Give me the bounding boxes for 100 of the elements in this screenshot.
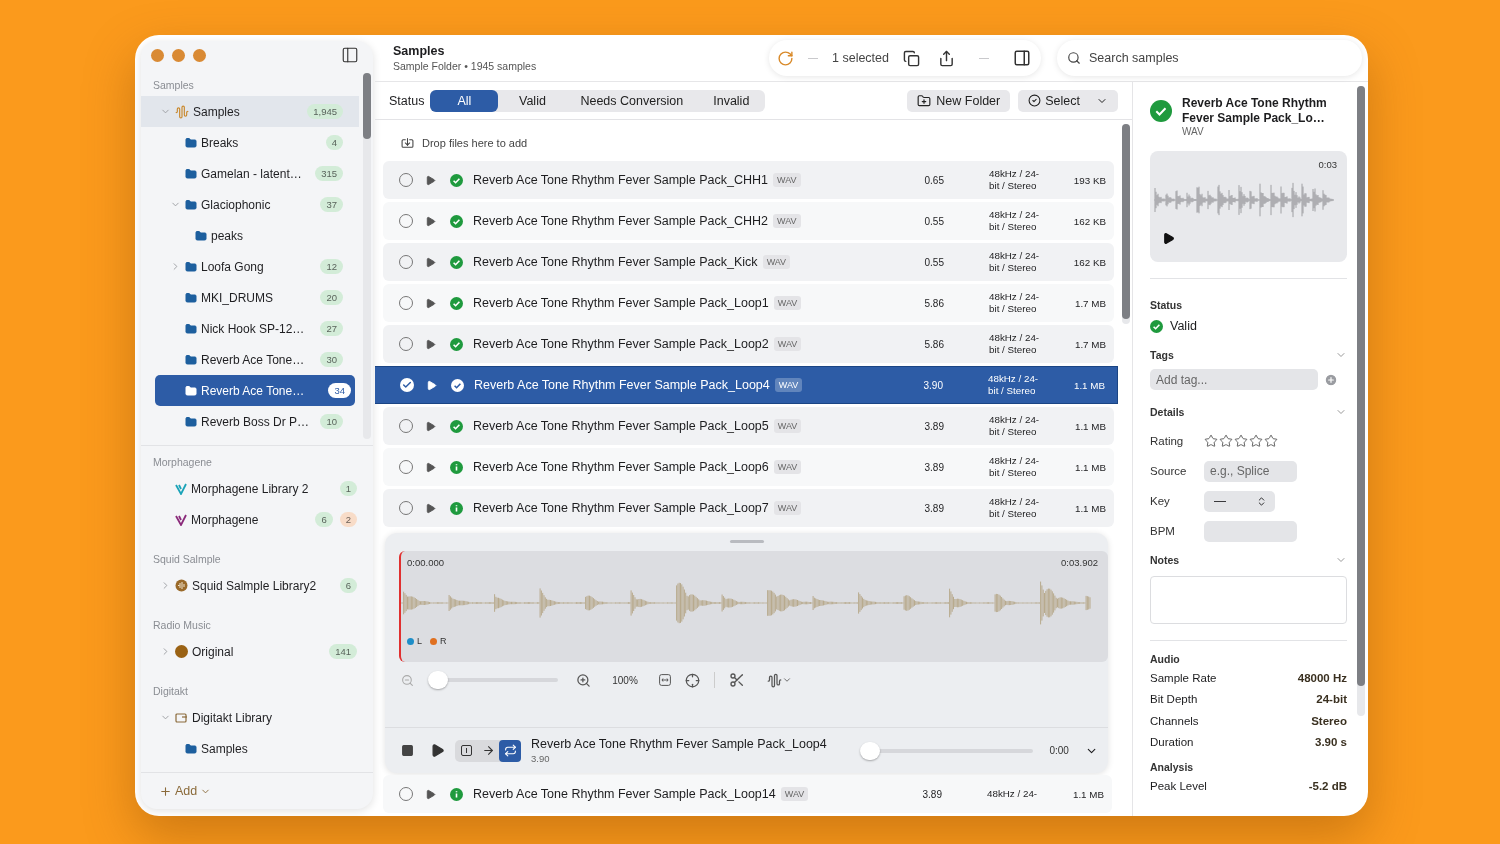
section-heading: Analysis xyxy=(1150,761,1194,773)
new-folder-button[interactable]: New Folder xyxy=(907,89,1011,112)
filter-tab[interactable]: Invalid xyxy=(697,89,766,112)
sample-row[interactable]: Reverb Ace Tone Rhythm Fever Sample Pack_Kick WAV 0.55 48kHz / 24-bit / Stereo 162 KB xyxy=(383,243,1114,281)
sidebar-item[interactable]: Samples xyxy=(141,733,373,765)
sample-row[interactable]: Reverb Ace Tone Rhythm Fever Sample Pack_Loop5 WAV 3.89 48kHz / 24-bit / Stereo 1.1 MB xyxy=(383,407,1114,445)
play-button[interactable] xyxy=(425,502,436,514)
play-button[interactable] xyxy=(425,420,436,432)
sample-row[interactable]: Reverb Ace Tone Rhythm Fever Sample Pack_Loop7 WAV 3.89 48kHz / 24-bit / Stereo 1.1 MB xyxy=(383,489,1114,527)
disc-icon xyxy=(175,579,188,593)
count-badge: 12 xyxy=(320,259,343,275)
sidebar-item[interactable]: Samples 1,945 xyxy=(141,96,359,128)
position-time: 0:00 xyxy=(1049,745,1069,756)
resize-handle[interactable] xyxy=(729,540,764,543)
count-badge: 141 xyxy=(329,644,357,660)
play-button[interactable] xyxy=(425,338,436,350)
filter-label: Status xyxy=(389,93,425,108)
slider-thumb[interactable] xyxy=(860,741,881,760)
sidebar-item[interactable]: Reverb Boss Dr P… 10 xyxy=(141,406,359,438)
text-field[interactable]: e.g., Splice xyxy=(1204,460,1297,482)
select-checkbox[interactable] xyxy=(400,378,414,392)
sample-row[interactable]: Reverb Ace Tone Rhythm Fever Sample Pack_Loop2 WAV 5.86 48kHz / 24-bit / Stereo 1.7 MB xyxy=(383,325,1114,363)
notes-field[interactable] xyxy=(1150,576,1347,624)
share-icon[interactable] xyxy=(938,49,955,67)
sidebar-item[interactable]: MKI_DRUMS 20 xyxy=(141,282,359,314)
play-button[interactable] xyxy=(1162,232,1175,245)
star-icon[interactable] xyxy=(1219,434,1233,448)
star-icon[interactable] xyxy=(1249,434,1263,448)
sidebar-item[interactable]: Morphagene Library 2 1 xyxy=(141,473,373,505)
fit-width-icon[interactable] xyxy=(659,674,671,686)
sample-row[interactable]: Reverb Ace Tone Rhythm Fever Sample Pack_CHH2 WAV 0.55 48kHz / 24-bit / Stereo 162 KB xyxy=(383,202,1114,240)
check-circle-icon xyxy=(1150,100,1172,122)
sidebar-item[interactable]: Breaks 4 xyxy=(141,127,359,159)
sample-row[interactable]: Reverb Ace Tone Rhythm Fever Sample Pack_Loop14 WAV 3.89 48kHz / 24- 1.1 MB xyxy=(383,775,1112,813)
filter-tab[interactable]: Valid xyxy=(498,89,567,112)
sidebar-item[interactable]: peaks xyxy=(141,220,359,252)
field-label: Source xyxy=(1150,465,1188,477)
stop-button[interactable] xyxy=(401,744,414,757)
check-circle-icon xyxy=(450,337,463,351)
play-button[interactable] xyxy=(425,788,436,800)
sample-row[interactable]: Reverb Ace Tone Rhythm Fever Sample Pack_Loop1 WAV 5.86 48kHz / 24-bit / Stereo 1.7 MB xyxy=(383,284,1114,322)
count-badge: 6 xyxy=(339,578,357,594)
progress-slider[interactable] xyxy=(860,741,1034,760)
sidebar-item[interactable]: Squid Salmple Library2 6 xyxy=(141,570,373,602)
check-circle-icon xyxy=(451,378,464,392)
sidebar-item[interactable]: Glaciophonic 37 xyxy=(141,189,359,221)
play-button[interactable] xyxy=(425,174,436,186)
section-title: Radio Music xyxy=(152,618,212,634)
filter-tab[interactable]: All xyxy=(430,89,499,112)
sample-row[interactable]: Reverb Ace Tone Rhythm Fever Sample Pack_CHH1 WAV 0.65 48kHz / 24-bit / Stereo 193 KB xyxy=(383,161,1114,199)
sample-row[interactable]: Reverb Ace Tone Rhythm Fever Sample Pack_Loop6 WAV 3.89 48kHz / 24-bit / Stereo 1.1 MB xyxy=(383,448,1114,486)
zoom-button[interactable] xyxy=(193,48,206,62)
sample-row[interactable]: Reverb Ace Tone Rhythm Fever Sample Pack_Loop4 WAV 3.90 48kHz / 24-bit / Stereo 1.1 MB xyxy=(375,366,1118,404)
sidebar-item[interactable]: Loofa Gong 12 xyxy=(141,251,359,283)
play-button[interactable] xyxy=(425,461,436,473)
refresh-icon[interactable] xyxy=(777,49,794,67)
tag-field[interactable]: Add tag... xyxy=(1150,369,1318,390)
folder-icon xyxy=(185,322,197,335)
section-title: Morphagene xyxy=(152,455,213,471)
sidebar-toggle-icon[interactable] xyxy=(341,46,359,65)
slider-thumb[interactable] xyxy=(428,671,448,689)
property-value: Stereo xyxy=(1311,714,1347,727)
play-button[interactable] xyxy=(425,297,436,309)
loop-button[interactable] xyxy=(499,739,521,762)
play-icon xyxy=(425,215,436,227)
star-icon[interactable] xyxy=(1234,434,1248,448)
play-button[interactable] xyxy=(430,743,445,758)
play-button[interactable] xyxy=(425,215,436,227)
add-button[interactable]: Add xyxy=(159,784,212,799)
select-button[interactable]: Select xyxy=(1018,89,1118,112)
sample-name: Reverb Ace Tone Rhythm Fever Sample Pack_CHH2 xyxy=(473,214,769,228)
sidebar-item[interactable]: Gamelan - latent… 315 xyxy=(141,158,359,190)
crosshair-icon[interactable] xyxy=(685,672,700,688)
count-badge: 4 xyxy=(325,135,343,151)
play-button[interactable] xyxy=(425,256,436,268)
text-field[interactable] xyxy=(1204,520,1297,542)
add-tag-icon[interactable] xyxy=(1324,372,1338,387)
waveform-menu-button[interactable] xyxy=(767,672,792,688)
copy-icon[interactable] xyxy=(903,49,920,67)
section-heading: Status xyxy=(1150,299,1183,311)
zoom-slider[interactable] xyxy=(428,671,558,689)
arrow-right-icon xyxy=(481,744,495,757)
zoom-in-icon[interactable] xyxy=(576,672,591,688)
count-badge: 6 xyxy=(315,512,333,528)
filter-tab[interactable]: Needs Conversion xyxy=(566,89,698,112)
sidebar-item[interactable]: Nick Hook SP-12… 27 xyxy=(141,313,359,345)
sidebar-item[interactable]: Original 141 xyxy=(141,636,373,668)
sidebar-item[interactable]: Morphagene 6 2 xyxy=(141,504,373,536)
star-icon[interactable] xyxy=(1264,434,1278,448)
sidebar-item[interactable]: Digitakt Library xyxy=(141,702,373,734)
close-button[interactable] xyxy=(151,48,164,62)
minimize-button[interactable] xyxy=(172,48,185,62)
sidebar-item[interactable]: Reverb Ace Tone… 34 xyxy=(155,375,355,407)
panel-toggle-icon[interactable] xyxy=(1013,49,1031,67)
key-select[interactable]: — xyxy=(1204,490,1275,512)
star-icon[interactable] xyxy=(1204,434,1218,448)
sample-name: Reverb Ace Tone Rhythm Fever Sample Pack_CHH1 xyxy=(473,173,769,187)
sidebar-item[interactable]: Reverb Ace Tone… 30 xyxy=(141,344,359,376)
search-field[interactable]: Search samples xyxy=(1087,50,1352,66)
scissors-icon[interactable] xyxy=(729,672,745,688)
